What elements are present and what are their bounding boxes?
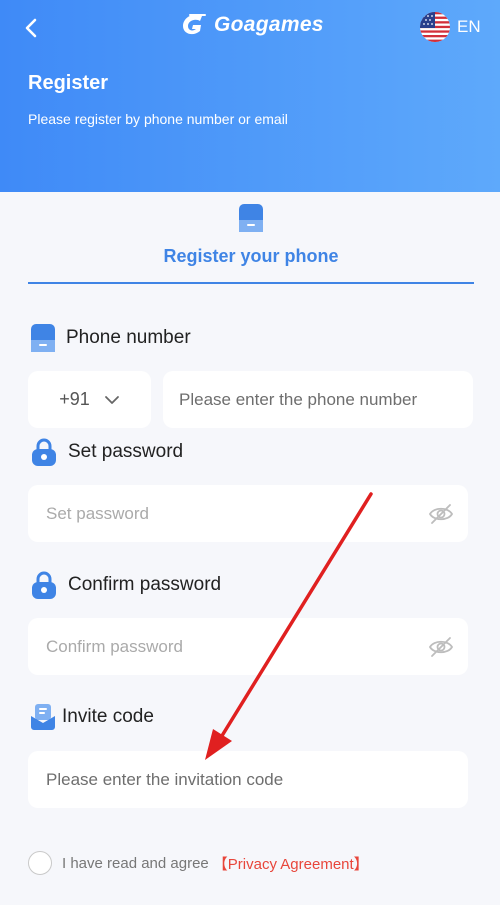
phone-field-container xyxy=(163,371,473,428)
agree-checkbox[interactable] xyxy=(28,851,52,875)
lock-icon xyxy=(32,571,56,599)
brand-logo: Goagames xyxy=(180,12,324,38)
phone-label: Phone number xyxy=(66,327,191,348)
invitation-code-input[interactable] xyxy=(46,769,468,790)
tab-active-indicator xyxy=(28,282,474,284)
phone-number-input[interactable] xyxy=(179,389,473,410)
agreement-row: I have read and agree 【Privacy Agreement… xyxy=(28,851,369,875)
password-label: Set password xyxy=(68,441,184,462)
language-label: EN xyxy=(457,17,481,36)
invite-field-container xyxy=(28,751,468,808)
invite-label: Invite code xyxy=(62,706,154,727)
phone-label-row: Phone number xyxy=(30,323,191,353)
password-field-container xyxy=(28,485,468,542)
privacy-agreement-link[interactable]: 【Privacy Agreement】 xyxy=(213,853,369,874)
tab-register-phone[interactable]: Register your phone xyxy=(28,192,474,284)
page-subtitle: Please register by phone number or email xyxy=(28,111,288,127)
agree-text: I have read and agree xyxy=(62,854,209,872)
eye-slash-icon[interactable] xyxy=(428,636,454,658)
invite-icon xyxy=(31,704,55,730)
invite-label-row: Invite code xyxy=(30,703,154,731)
page-title: Register xyxy=(28,72,109,94)
eye-slash-icon[interactable] xyxy=(428,503,454,525)
confirm-password-input[interactable] xyxy=(46,636,428,657)
header: Goagames EN Register Please register by … xyxy=(0,0,500,192)
confirm-password-label-row: Confirm password xyxy=(30,570,221,600)
password-label-row: Set password xyxy=(30,437,183,467)
country-code-value: +91 xyxy=(59,389,90,409)
tab-label: Register your phone xyxy=(163,246,339,266)
password-input[interactable] xyxy=(46,503,428,524)
goagames-logo-icon xyxy=(183,14,206,35)
language-selector[interactable]: EN xyxy=(420,12,481,42)
confirm-password-label: Confirm password xyxy=(68,574,222,595)
phone-icon xyxy=(31,324,55,352)
back-button[interactable] xyxy=(18,14,46,42)
lock-icon xyxy=(32,438,56,466)
country-code-select[interactable]: +91 xyxy=(28,371,151,428)
chevron-down-icon xyxy=(104,395,119,404)
us-flag-icon xyxy=(420,12,450,42)
phone-icon xyxy=(239,204,263,232)
brand-name: Goagames xyxy=(214,13,324,36)
confirm-password-field-container xyxy=(28,618,468,675)
chevron-left-icon xyxy=(25,18,37,38)
